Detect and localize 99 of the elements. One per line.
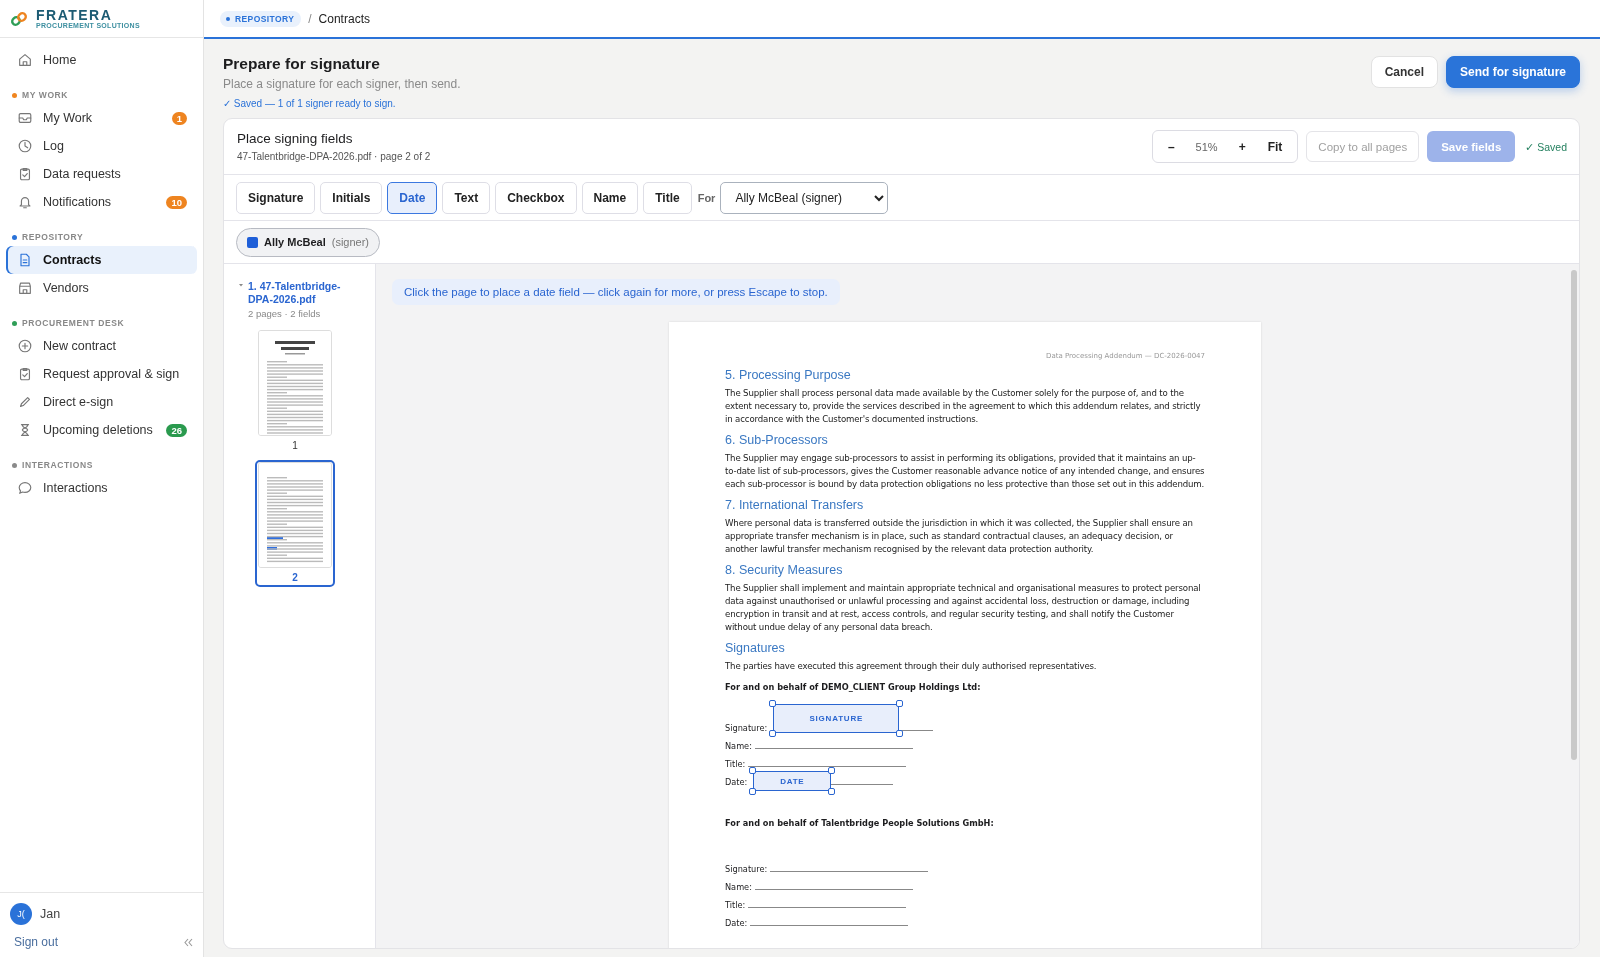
resize-handle[interactable]	[896, 700, 904, 707]
chat-bubble-icon	[17, 480, 33, 496]
field-type-button[interactable]: Signature	[236, 181, 316, 214]
form-label: Name:	[725, 882, 752, 892]
nav-item[interactable]: Upcoming deletions 26	[6, 416, 197, 444]
section-label: MY WORK	[22, 90, 69, 100]
for-label: For	[697, 191, 716, 204]
field-type-button[interactable]: Checkbox	[495, 181, 577, 214]
scrollbar[interactable]	[1571, 270, 1577, 760]
signer-chip[interactable]: Ally McBeal (signer)	[236, 227, 381, 257]
form-label: Title:	[725, 759, 746, 769]
zoom-level: 51%	[1194, 140, 1219, 153]
document-icon	[17, 252, 33, 268]
form-label: Date:	[725, 777, 748, 787]
breadcrumb-current: Contracts	[318, 11, 370, 26]
nav-item[interactable]: Direct e-sign	[6, 388, 197, 416]
clock-icon	[17, 138, 33, 154]
form-label: Date:	[725, 918, 748, 928]
bell-icon	[17, 194, 33, 210]
paragraph: The parties have executed this agreement through their duly authorised representatives.	[725, 660, 1098, 673]
form-label: Name:	[725, 741, 752, 751]
page-thumbnail[interactable]: 2	[255, 460, 335, 587]
section-heading: 8. Security Measures	[725, 563, 844, 577]
breadcrumb-separator: /	[308, 11, 312, 26]
send-button[interactable]: Send for signature	[1446, 56, 1580, 88]
signer-select[interactable]: Ally McBeal (signer)	[720, 181, 889, 214]
field-type-button[interactable]: Text	[442, 181, 491, 214]
field-type-button[interactable]: Date	[387, 181, 438, 214]
home-icon	[17, 52, 33, 68]
resize-handle[interactable]	[828, 788, 836, 795]
plus-circle-icon	[17, 338, 33, 354]
nav-item[interactable]: New contract	[6, 332, 197, 360]
nav-item[interactable]: Home	[6, 46, 197, 74]
section-label: INTERACTIONS	[22, 460, 93, 470]
resize-handle[interactable]	[769, 730, 777, 737]
signer-role: (signer)	[331, 236, 370, 248]
section-heading: Signatures	[725, 641, 786, 655]
resize-handle[interactable]	[749, 788, 757, 795]
fill-in-line	[831, 783, 894, 785]
resize-handle[interactable]	[769, 700, 777, 707]
date-field[interactable]: DATE	[753, 771, 832, 791]
paragraph: Where personal data is transferred outside the jurisdiction in which it was collected, the Supplier shall ensure an appropriate transfer mechanism is in place, such as standard contractual clauses, an adequacy decision, or another lawful transfer mechanism recognised by the relevant data protection authority.	[725, 517, 1194, 556]
collapse-icon[interactable]	[184, 937, 193, 947]
clipboard-icon	[17, 166, 33, 182]
save-status: ✓ Saved — 1 of 1 signer ready to sign.	[223, 98, 397, 109]
saved-status: ✓ Saved	[1525, 140, 1567, 153]
page-title: Prepare for signature	[223, 55, 381, 73]
document-meta: 2 pages · 2 fields	[248, 308, 322, 319]
inbox-icon	[17, 110, 33, 126]
nav-item[interactable]: Log	[6, 132, 197, 160]
breadcrumb-link[interactable]: REPOSITORY	[220, 10, 302, 27]
user-name: Jan	[40, 907, 61, 921]
field-type-button[interactable]: Name	[581, 181, 639, 214]
nav-item[interactable]: Data requests	[6, 160, 197, 188]
form-label: Title:	[725, 900, 746, 910]
page-subtitle: Place a signature for each signer, then send.	[223, 77, 461, 91]
resize-handle[interactable]	[828, 767, 836, 774]
form-label: Signature:	[725, 723, 768, 733]
clipboard-icon	[17, 366, 33, 382]
party-heading: For and on behalf of Talentbridge People Solutions GmbH:	[725, 818, 995, 828]
file-info: 47-Talentbridge-DPA-2026.pdf · page 2 of 2	[237, 151, 431, 162]
paragraph: The Supplier may engage sub-processors to assist in performing its obligations, provided that it maintains an up-to-date list of sub-processors, gives the Customer reasonable advance notice of any intended change, and ensures each sub-processor is bound by data protection obligations no less protective than those set out in this addendum.	[725, 452, 1205, 491]
zoom-out-button[interactable]: –	[1156, 132, 1186, 161]
count-badge: 10	[166, 195, 187, 209]
form-label: Signature:	[725, 864, 768, 874]
section-heading: 6. Sub-Processors	[725, 433, 829, 447]
resize-handle[interactable]	[896, 730, 904, 737]
section-label: REPOSITORY	[22, 232, 84, 242]
section-label: PROCUREMENT DESK	[22, 318, 125, 328]
field-type-button[interactable]: Initials	[320, 181, 383, 214]
user-avatar[interactable]: J(	[10, 903, 32, 925]
nav-item[interactable]: Vendors	[6, 274, 197, 302]
cancel-button[interactable]: Cancel	[1370, 56, 1438, 88]
storefront-icon	[17, 280, 33, 296]
hint-message: Click the page to place a date field — click again for more, or press Escape to stop.	[392, 279, 840, 305]
fit-button[interactable]: Fit	[1256, 132, 1294, 161]
nav-item[interactable]: My Work 1	[6, 104, 197, 132]
signature-field[interactable]: SIGNATURE	[773, 704, 900, 733]
party-heading: For and on behalf of DEMO_CLIENT Group Holdings Ltd:	[725, 682, 982, 692]
count-badge: 1	[171, 111, 187, 125]
section-heading: 7. International Transfers	[725, 498, 865, 512]
pencil-icon	[17, 394, 33, 410]
count-badge: 26	[166, 423, 187, 437]
section-heading: 5. Processing Purpose	[725, 368, 852, 382]
sign-out-link[interactable]: Sign out	[14, 935, 59, 949]
brand-name: FRATERA	[36, 8, 114, 22]
paragraph: The Supplier shall process personal data made available by the Customer solely for the purpose of, and to the extent necessary to, provide the services described in the agreement to which this addendum relates, and strictly in accordance with the Customer's documented instructions.	[725, 387, 1202, 426]
logo-icon	[10, 10, 28, 27]
paragraph: The Supplier shall implement and maintain appropriate technical and organisational measures to protect personal data against unauthorised or unlawful processing and against accidental loss, destruction or damage, including encryption in transit and at rest, access controls, and regular security testing, and shall notify the Customer without undue delay of any personal data breach.	[725, 582, 1202, 634]
resize-handle[interactable]	[749, 767, 757, 774]
zoom-in-button[interactable]: +	[1227, 132, 1257, 161]
card-title: Place signing fields	[237, 131, 354, 146]
nav-item[interactable]: Interactions	[6, 474, 197, 502]
document-link[interactable]: 1. 47-Talentbridge-DPA-2026.pdf	[248, 280, 348, 306]
field-type-button[interactable]: Title	[643, 181, 692, 214]
nav-item[interactable]: Contracts	[6, 246, 197, 274]
signer-name: Ally McBeal	[264, 236, 326, 248]
nav-item[interactable]: Notifications 10	[6, 188, 197, 216]
nav-item[interactable]: Request approval & sign	[6, 360, 197, 388]
